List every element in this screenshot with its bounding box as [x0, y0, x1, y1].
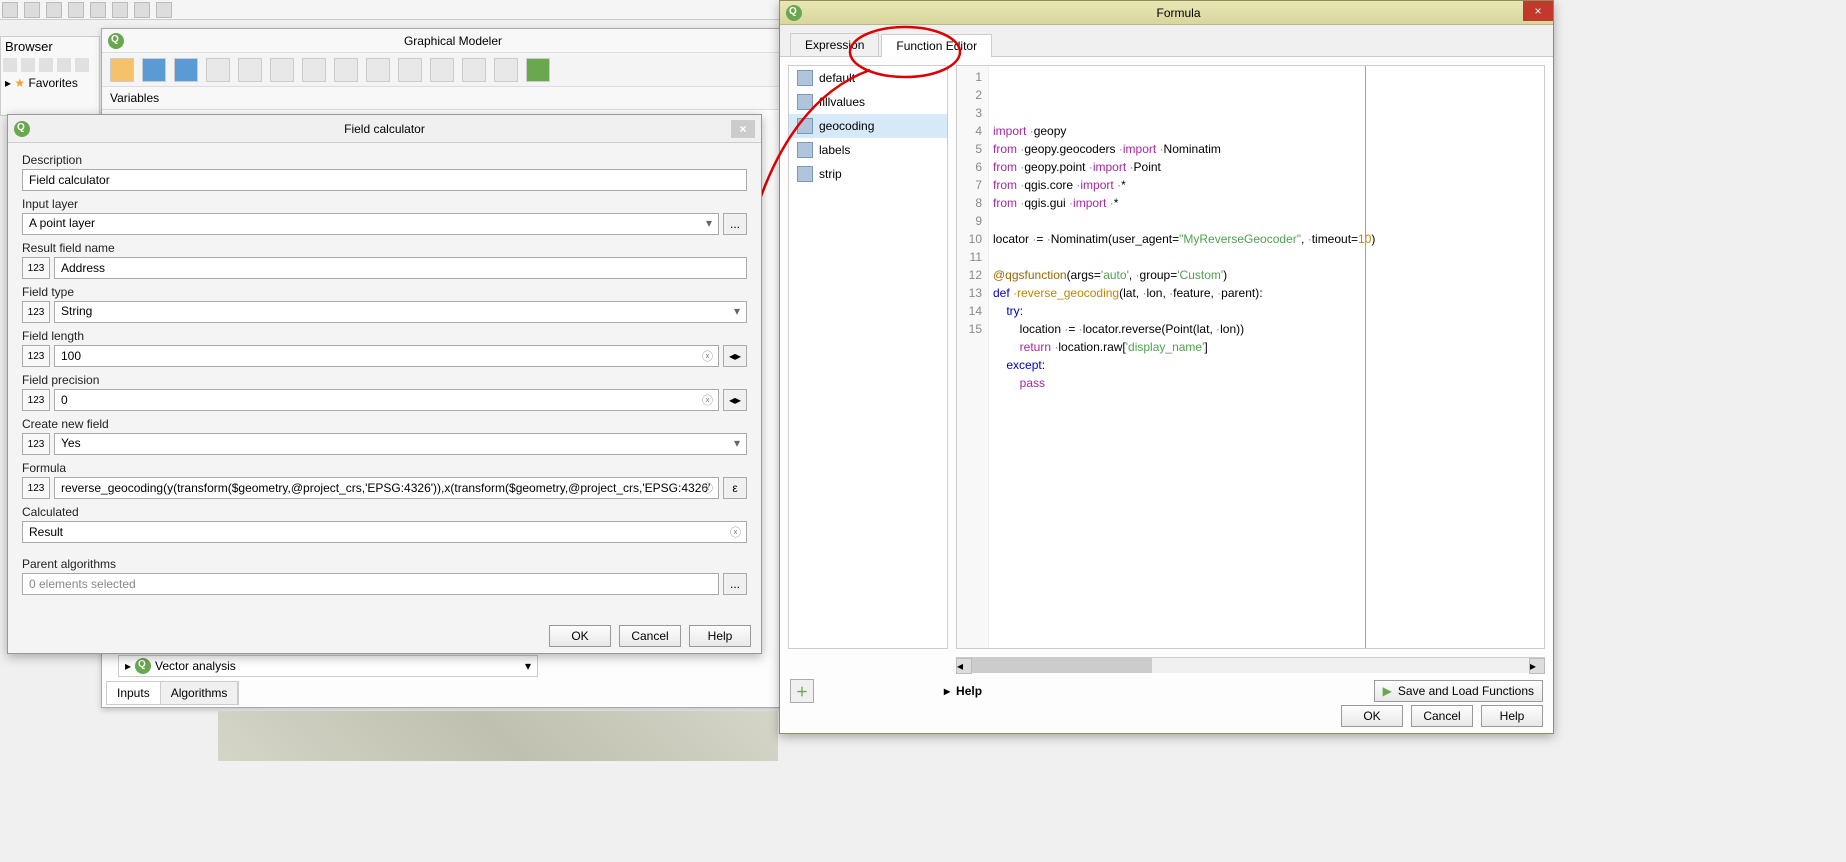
zoom-out-icon[interactable]: [270, 58, 294, 82]
description-input[interactable]: [22, 169, 747, 191]
file-icon: [797, 166, 813, 182]
formula-title: Formula: [810, 6, 1547, 20]
function-file-geocoding[interactable]: geocoding: [789, 114, 947, 138]
gm-title: Graphical Modeler: [132, 34, 774, 48]
file-icon: [797, 118, 813, 134]
file-icon: [797, 142, 813, 158]
expression-builder-button[interactable]: ε: [723, 477, 747, 499]
add-function-button[interactable]: ＋: [790, 679, 814, 703]
calculated-label: Calculated: [22, 505, 747, 519]
zoom-layer-icon[interactable]: [334, 58, 358, 82]
cancel-button[interactable]: Cancel: [1411, 705, 1473, 727]
ok-button[interactable]: OK: [549, 625, 611, 647]
create-new-select[interactable]: Yes: [54, 433, 747, 455]
field-type-select[interactable]: String: [54, 301, 747, 323]
saveas-icon[interactable]: [174, 58, 198, 82]
open-icon[interactable]: [110, 58, 134, 82]
calculated-input[interactable]: [22, 521, 747, 543]
function-file-labels[interactable]: labels: [789, 138, 947, 162]
run-icon[interactable]: [526, 58, 550, 82]
formula-input[interactable]: [54, 477, 719, 499]
type-prefix-icon: 123: [22, 477, 50, 499]
field-length-input[interactable]: [54, 345, 719, 367]
input-layer-more-button[interactable]: ...: [723, 213, 747, 235]
input-layer-select[interactable]: A point layer: [22, 213, 719, 235]
background-toolbar: [0, 0, 780, 20]
export-svg-icon[interactable]: [430, 58, 454, 82]
clear-icon[interactable]: ⓧ: [702, 480, 713, 496]
result-field-input[interactable]: [54, 257, 747, 279]
function-file-default[interactable]: default: [789, 66, 947, 90]
qgis-icon: [14, 121, 30, 137]
type-prefix-icon: 123: [22, 389, 50, 411]
map-canvas: [218, 711, 778, 761]
type-prefix-icon: 123: [22, 345, 50, 367]
ruler-line: [1365, 66, 1366, 648]
vector-analysis-combo[interactable]: ▸ Vector analysis ▾: [118, 655, 538, 677]
gm-toolbar: [102, 53, 780, 87]
result-field-label: Result field name: [22, 241, 747, 255]
function-file-strip[interactable]: strip: [789, 162, 947, 186]
parent-algorithms-input[interactable]: [22, 573, 719, 595]
help-button[interactable]: Help: [1481, 705, 1543, 727]
edit-help-icon[interactable]: [494, 58, 518, 82]
gm-bottom-tabs: Inputs Algorithms: [106, 681, 239, 705]
code-editor[interactable]: 123456789101112131415 import ·geopyfrom …: [956, 65, 1545, 649]
tab-algorithms[interactable]: Algorithms: [161, 682, 239, 704]
fc-title: Field calculator: [38, 122, 731, 136]
field-type-label: Field type: [22, 285, 747, 299]
export-pdf-icon[interactable]: [398, 58, 422, 82]
qgis-icon: [108, 33, 124, 49]
field-precision-label: Field precision: [22, 373, 747, 387]
formula-label: Formula: [22, 461, 747, 475]
qgis-icon: [786, 5, 802, 21]
editor-gutter: 123456789101112131415: [957, 66, 989, 648]
tool-icon[interactable]: [206, 58, 230, 82]
zoom-in-icon[interactable]: [238, 58, 262, 82]
clear-icon[interactable]: ⓧ: [702, 392, 713, 408]
clear-icon[interactable]: ⓧ: [730, 524, 741, 540]
spinner-button[interactable]: ◂▸: [723, 389, 747, 411]
editor-code[interactable]: import ·geopyfrom ·geopy.geocoders ·impo…: [989, 66, 1544, 648]
browser-title: Browser: [1, 37, 99, 56]
field-length-label: Field length: [22, 329, 747, 343]
close-icon[interactable]: ×: [1523, 1, 1553, 21]
help-expander[interactable]: ▸ Help: [944, 684, 982, 698]
export-img-icon[interactable]: [366, 58, 390, 82]
parent-more-button[interactable]: ...: [723, 573, 747, 595]
ok-button[interactable]: OK: [1341, 705, 1403, 727]
formula-window: Formula × Expression Function Editor def…: [779, 0, 1554, 734]
parent-algorithms-label: Parent algorithms: [22, 557, 747, 571]
field-precision-input[interactable]: [54, 389, 719, 411]
horizontal-scrollbar[interactable]: ◂▸: [956, 657, 1545, 673]
tab-function-editor[interactable]: Function Editor: [881, 34, 992, 57]
field-calculator-dialog: Field calculator × Description Input lay…: [7, 114, 762, 654]
description-label: Description: [22, 153, 747, 167]
tab-inputs[interactable]: Inputs: [107, 682, 161, 704]
close-icon[interactable]: ×: [731, 120, 755, 138]
input-layer-label: Input layer: [22, 197, 747, 211]
create-new-label: Create new field: [22, 417, 747, 431]
spinner-button[interactable]: ◂▸: [723, 345, 747, 367]
function-file-list: defaultfillvaluesgeocodinglabelsstrip: [788, 65, 948, 649]
clear-icon[interactable]: ⓧ: [702, 348, 713, 364]
file-icon: [797, 94, 813, 110]
zoom-full-icon[interactable]: [302, 58, 326, 82]
save-load-functions-button[interactable]: ▶Save and Load Functions: [1374, 680, 1543, 702]
function-file-fillvalues[interactable]: fillvalues: [789, 90, 947, 114]
favorites-item[interactable]: ▸ ★ Favorites: [1, 74, 99, 92]
save-icon[interactable]: [142, 58, 166, 82]
browser-panel: Browser ▸ ★ Favorites: [0, 36, 100, 116]
type-prefix-icon: 123: [22, 257, 50, 279]
tab-expression[interactable]: Expression: [790, 33, 879, 56]
formula-tabs: Expression Function Editor: [780, 25, 1553, 57]
cancel-button[interactable]: Cancel: [619, 625, 681, 647]
file-icon: [797, 70, 813, 86]
type-prefix-icon: 123: [22, 433, 50, 455]
help-button[interactable]: Help: [689, 625, 751, 647]
export-py-icon[interactable]: [462, 58, 486, 82]
variables-header: Variables: [102, 87, 780, 110]
type-prefix-icon: 123: [22, 301, 50, 323]
